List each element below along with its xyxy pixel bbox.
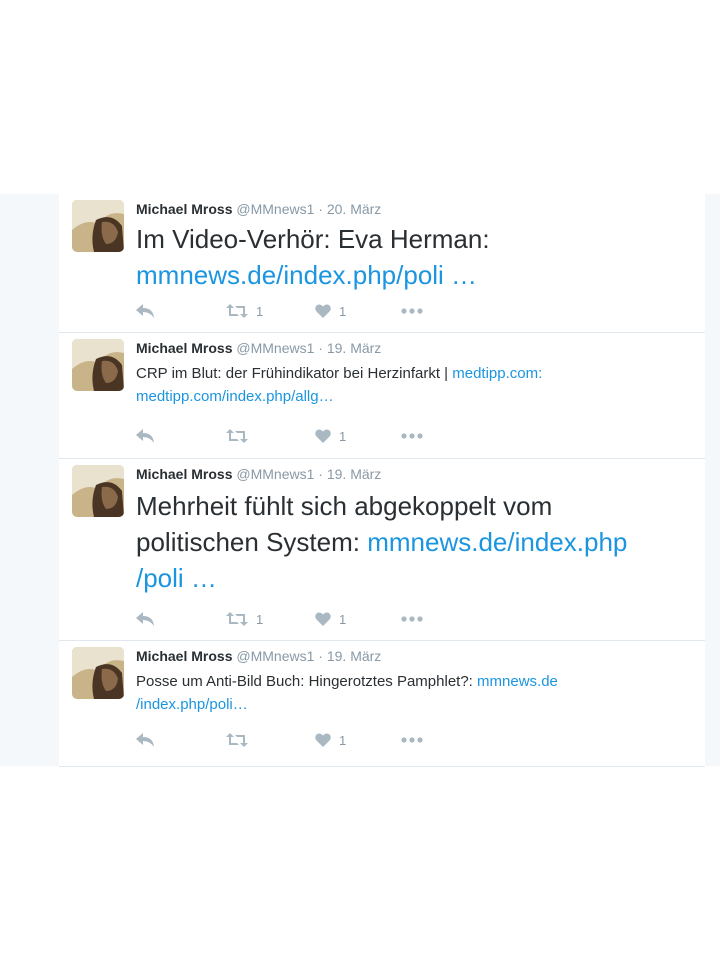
tweet[interactable]: Michael Mross @MMnews1 · 19. März Posse … bbox=[59, 641, 705, 767]
tweet-date[interactable]: 19. März bbox=[327, 466, 381, 482]
more-button[interactable] bbox=[401, 301, 423, 321]
tweet-actions: 1 bbox=[136, 426, 436, 446]
like-button[interactable]: 1 bbox=[315, 730, 346, 750]
tweet-text: CRP im Blut: der Frühindikator bei Herzi… bbox=[136, 362, 542, 408]
tweet[interactable]: Michael Mross @MMnews1 · 20. März Im Vid… bbox=[59, 194, 705, 333]
heart-icon bbox=[315, 429, 331, 443]
retweet-count: 1 bbox=[256, 611, 264, 627]
more-icon bbox=[401, 737, 423, 743]
reply-icon bbox=[136, 612, 154, 626]
heart-icon bbox=[315, 304, 331, 318]
like-count: 1 bbox=[339, 303, 347, 319]
author-name[interactable]: Michael Mross bbox=[136, 648, 232, 664]
author-handle[interactable]: @MMnews1 bbox=[236, 648, 314, 664]
author-name[interactable]: Michael Mross bbox=[136, 466, 232, 482]
tweet-link[interactable]: mmnews.de bbox=[477, 673, 558, 690]
tweet-link[interactable]: medtipp.com/index.php/allg… bbox=[136, 388, 334, 405]
author-handle[interactable]: @MMnews1 bbox=[236, 201, 314, 217]
tweet-actions: 1 bbox=[136, 730, 436, 750]
like-count: 1 bbox=[339, 732, 347, 748]
tweet-text: Mehrheit fühlt sich abgekoppelt vom poli… bbox=[136, 488, 627, 596]
more-icon bbox=[401, 433, 423, 439]
heart-icon bbox=[315, 733, 331, 747]
separator: · bbox=[318, 340, 323, 356]
tweet-date[interactable]: 19. März bbox=[327, 648, 381, 664]
reply-button[interactable] bbox=[136, 730, 155, 750]
tweet[interactable]: Michael Mross @MMnews1 · 19. März CRP im… bbox=[59, 333, 705, 459]
tweet-link[interactable]: medtipp.com: bbox=[452, 365, 542, 382]
tweet-text-line: /index.php/poli… bbox=[136, 693, 558, 716]
retweet-button[interactable]: 1 bbox=[226, 301, 263, 321]
tweet-actions: 1 1 bbox=[136, 301, 436, 321]
reply-icon bbox=[136, 304, 154, 318]
more-icon bbox=[401, 308, 423, 314]
retweet-icon bbox=[226, 612, 248, 626]
more-button[interactable] bbox=[401, 426, 423, 446]
tweet-link[interactable]: mmnews.de/index.php bbox=[367, 527, 627, 557]
tweet-link[interactable]: mmnews.de/index.php/poli … bbox=[136, 260, 477, 290]
reply-icon bbox=[136, 733, 154, 747]
tweet-timeline: Michael Mross @MMnews1 · 20. März Im Vid… bbox=[0, 194, 720, 767]
author-name[interactable]: Michael Mross bbox=[136, 201, 232, 217]
author-handle[interactable]: @MMnews1 bbox=[236, 466, 314, 482]
author-handle[interactable]: @MMnews1 bbox=[236, 340, 314, 356]
like-button[interactable]: 1 bbox=[315, 609, 346, 629]
tweet-date[interactable]: 19. März bbox=[327, 340, 381, 356]
tweet-header: Michael Mross @MMnews1 · 19. März bbox=[136, 648, 381, 664]
author-name[interactable]: Michael Mross bbox=[136, 340, 232, 356]
tweet-header: Michael Mross @MMnews1 · 19. März bbox=[136, 340, 381, 356]
more-button[interactable] bbox=[401, 609, 423, 629]
tweet-text: Posse um Anti-Bild Buch: Hingerotztes Pa… bbox=[136, 670, 558, 716]
separator: · bbox=[318, 648, 323, 664]
avatar[interactable] bbox=[72, 647, 124, 699]
like-button[interactable]: 1 bbox=[315, 426, 346, 446]
avatar[interactable] bbox=[72, 200, 124, 252]
retweet-icon bbox=[226, 733, 248, 747]
tweet-header: Michael Mross @MMnews1 · 20. März bbox=[136, 201, 381, 217]
avatar[interactable] bbox=[72, 465, 124, 517]
reply-button[interactable] bbox=[136, 609, 155, 629]
avatar[interactable] bbox=[72, 339, 124, 391]
reply-icon bbox=[136, 429, 154, 443]
tweet-text-line: medtipp.com/index.php/allg… bbox=[136, 385, 542, 408]
like-count: 1 bbox=[339, 428, 347, 444]
tweet-text-line: mmnews.de/index.php/poli … bbox=[136, 257, 490, 293]
reply-button[interactable] bbox=[136, 301, 155, 321]
retweet-icon bbox=[226, 429, 248, 443]
like-button[interactable]: 1 bbox=[315, 301, 346, 321]
tweet-text-line: Mehrheit fühlt sich abgekoppelt vom bbox=[136, 491, 553, 521]
like-count: 1 bbox=[339, 611, 347, 627]
separator: · bbox=[318, 466, 323, 482]
retweet-button[interactable] bbox=[226, 426, 256, 446]
retweet-button[interactable] bbox=[226, 730, 256, 750]
heart-icon bbox=[315, 612, 331, 626]
retweet-count: 1 bbox=[256, 303, 264, 319]
tweet-actions: 1 1 bbox=[136, 609, 436, 629]
retweet-icon bbox=[226, 304, 248, 318]
retweet-button[interactable]: 1 bbox=[226, 609, 263, 629]
tweet-text-line: /poli … bbox=[136, 560, 627, 596]
tweet-header: Michael Mross @MMnews1 · 19. März bbox=[136, 466, 381, 482]
tweet-text-line: Posse um Anti-Bild Buch: Hingerotztes Pa… bbox=[136, 673, 558, 690]
more-button[interactable] bbox=[401, 730, 423, 750]
tweet-link[interactable]: /index.php/poli… bbox=[136, 696, 248, 713]
tweet-text-line: CRP im Blut: der Frühindikator bei Herzi… bbox=[136, 365, 543, 382]
tweet[interactable]: Michael Mross @MMnews1 · 19. März Mehrhe… bbox=[59, 459, 705, 641]
tweet-text-line: Im Video-Verhör: Eva Herman: bbox=[136, 224, 490, 254]
tweet-text: Im Video-Verhör: Eva Herman: mmnews.de/i… bbox=[136, 221, 490, 293]
tweet-date[interactable]: 20. März bbox=[327, 201, 381, 217]
separator: · bbox=[318, 201, 323, 217]
more-icon bbox=[401, 616, 423, 622]
tweet-text-line: politischen System: mmnews.de/index.php bbox=[136, 527, 628, 557]
reply-button[interactable] bbox=[136, 426, 155, 446]
tweet-link[interactable]: /poli … bbox=[136, 563, 217, 593]
